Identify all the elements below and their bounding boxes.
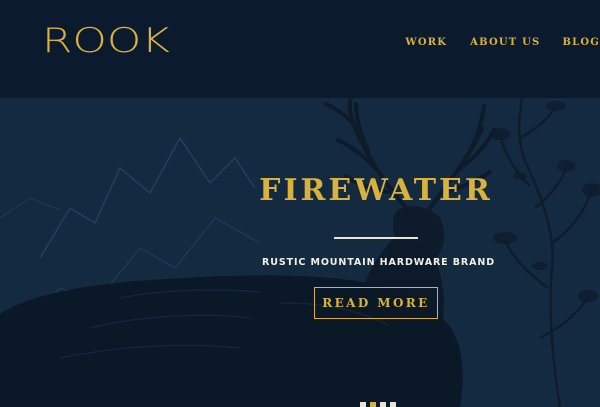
slide-pager	[360, 402, 396, 407]
nav-link-about-us[interactable]: ABOUT US	[470, 37, 540, 49]
read-more-button[interactable]: READ MORE	[314, 287, 438, 319]
pager-dot-active[interactable]	[370, 402, 376, 407]
hero: FIREWATER RUSTIC MOUNTAIN HARDWARE BRAND…	[0, 98, 600, 407]
nav-link-work[interactable]: WORK	[405, 37, 447, 49]
pager-dot[interactable]	[360, 402, 366, 407]
site-header: ROOK WORK ABOUT US BLOG	[0, 0, 600, 98]
page: ROOK WORK ABOUT US BLOG FIREWATER RUSTIC…	[0, 0, 600, 407]
main-nav: WORK ABOUT US BLOG	[405, 37, 600, 49]
nav-link-blog[interactable]: BLOG	[562, 37, 600, 49]
hero-divider	[334, 237, 418, 239]
logo[interactable]: ROOK	[42, 24, 172, 56]
deer-illustration-icon	[0, 98, 600, 407]
hero-title: FIREWATER	[259, 173, 493, 208]
pager-dot[interactable]	[380, 402, 386, 407]
pager-dot[interactable]	[390, 402, 396, 407]
hero-subtitle: RUSTIC MOUNTAIN HARDWARE BRAND	[262, 257, 496, 268]
logo-text: ROOK	[42, 24, 170, 56]
